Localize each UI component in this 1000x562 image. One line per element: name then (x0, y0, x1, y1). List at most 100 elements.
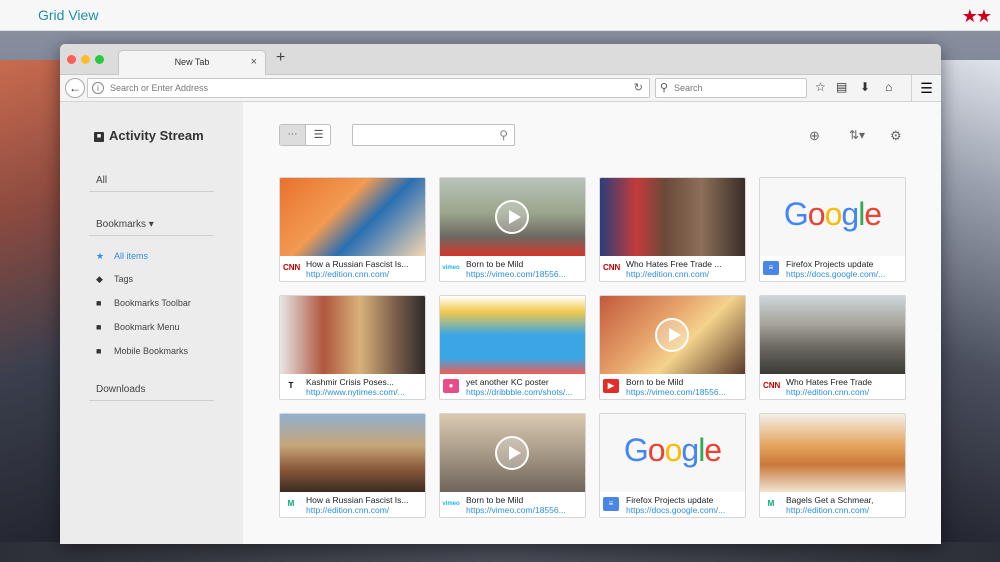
search-icon: ⚲ (660, 82, 669, 94)
sort-icon[interactable]: ⇅▾ (849, 128, 865, 142)
card-url[interactable]: https://docs.google.com/... (626, 505, 742, 515)
google-logo: Google (783, 196, 882, 232)
card-title: Bagels Get a Schmear, (786, 495, 874, 505)
reload-icon[interactable]: ↻ (634, 81, 643, 94)
sidebar-item-tags[interactable]: ◆ Tags (96, 274, 133, 285)
bookmark-card[interactable]: CNN Who Hates Free Trade ... http://editio… (599, 177, 746, 282)
slide-title: Grid View (38, 7, 99, 23)
play-icon[interactable] (495, 200, 529, 234)
card-meta: M How a Russian Fascist Is... http://editi… (280, 492, 425, 517)
sidebar-section-downloads[interactable]: Downloads (89, 384, 214, 401)
filter-input[interactable]: ⚲ (352, 124, 515, 146)
tab-title: New Tab (174, 57, 210, 67)
bookmark-card[interactable]: T Kashmir Crisis Poses... http://www.nytim… (279, 295, 426, 400)
card-url[interactable]: http://edition.cnn.com/ (306, 269, 422, 279)
hamburger-menu-icon[interactable]: ☰ (911, 75, 941, 102)
card-url[interactable]: https://vimeo.com/18556... (466, 505, 582, 515)
maximize-window-button[interactable] (95, 55, 104, 64)
card-meta: ▶ Born to be Mild https://vimeo.com/18556.… (600, 374, 745, 399)
vimeo-favicon-icon: vimeo (441, 497, 461, 511)
caret-down-icon: ▾ (148, 219, 154, 230)
docs-favicon-icon: ≡ (603, 497, 619, 511)
vimeo-favicon-icon: vimeo (441, 261, 461, 275)
minimize-window-button[interactable] (81, 55, 90, 64)
card-thumbnail (280, 414, 425, 492)
sidebar-item-bookmark-menu[interactable]: ■ Bookmark Menu (96, 322, 180, 332)
desktop-wallpaper-bottom (0, 542, 1000, 562)
card-title: yet another KC poster (466, 377, 549, 387)
sidebar-item-label: All items (114, 251, 149, 261)
new-tab-button[interactable]: + (276, 49, 285, 67)
card-thumbnail (600, 296, 745, 374)
info-icon[interactable]: i (92, 82, 104, 94)
card-url[interactable]: http://edition.cnn.com/ (786, 387, 902, 397)
card-url[interactable]: https://docs.google.com/... (786, 269, 902, 279)
cnn-favicon-icon: CNN (603, 261, 620, 275)
card-url[interactable]: http://edition.cnn.com/ (786, 505, 902, 515)
download-icon[interactable]: ⬇ (860, 80, 870, 94)
bookmark-card[interactable]: ▶ Born to be Mild https://vimeo.com/18556.… (599, 295, 746, 400)
sidebar-item-mobile-bookmarks[interactable]: ■ Mobile Bookmarks (96, 346, 188, 356)
list-view-icon[interactable]: ☰ (306, 125, 331, 145)
url-bar[interactable]: i Search or Enter Address ↻ (87, 78, 650, 98)
grid-view-icon[interactable]: ⋯ (280, 125, 306, 145)
card-meta: CNN Who Hates Free Trade ... http://editio… (600, 256, 745, 281)
card-thumbnail: Google (760, 178, 905, 256)
tab-new-tab[interactable]: New Tab × (118, 50, 266, 76)
folder-icon: ■ (96, 346, 102, 356)
bookmark-card[interactable]: ● yet another KC poster https://dribbble.c… (439, 295, 586, 400)
card-url[interactable]: https://dribbble.com/shots/... (466, 387, 582, 397)
activity-stream-logo-icon: ■ (94, 131, 104, 142)
search-bar[interactable]: ⚲ Search (655, 78, 807, 98)
card-url[interactable]: http://www.nytimes.com/... (306, 387, 422, 397)
docs-favicon-icon: ≡ (763, 261, 779, 275)
bookmark-card[interactable]: vimeo Born to be Mild https://vimeo.com/18… (439, 177, 586, 282)
card-meta: T Kashmir Crisis Poses... http://www.nytim… (280, 374, 425, 399)
bookmark-card[interactable]: Google ≡ Firefox Projects update https://do… (599, 413, 746, 518)
bookmark-card[interactable]: vimeo Born to be Mild https://vimeo.com/18… (439, 413, 586, 518)
search-icon: ⚲ (499, 128, 508, 142)
sidebar-section-bookmarks[interactable]: Bookmarks ▾ (89, 219, 214, 236)
card-meta: ≡ Firefox Projects update https://docs.goo… (600, 492, 745, 517)
card-title: Kashmir Crisis Poses... (306, 377, 394, 387)
card-url[interactable]: https://vimeo.com/18556... (466, 269, 582, 279)
play-icon[interactable] (495, 436, 529, 470)
card-thumbnail: Google (600, 414, 745, 492)
card-title: How a Russian Fascist Is... (306, 259, 409, 269)
card-url[interactable]: http://edition.cnn.com/ (626, 269, 742, 279)
card-url[interactable]: https://vimeo.com/18556... (626, 387, 742, 397)
bookmark-card[interactable]: CNN Who Hates Free Trade http://edition.cn… (759, 295, 906, 400)
sidebar-all-label: All (96, 175, 108, 186)
gear-icon[interactable]: ⚙ (890, 128, 902, 144)
bookmark-card[interactable]: CNN How a Russian Fascist Is... http://edi… (279, 177, 426, 282)
bookmark-card[interactable]: M How a Russian Fascist Is... http://editi… (279, 413, 426, 518)
reading-list-icon[interactable]: ▤ (836, 80, 847, 94)
medium-favicon-icon: M (763, 497, 779, 511)
sidebar-section-all[interactable]: All (89, 175, 214, 192)
card-meta: CNN How a Russian Fascist Is... http://edi… (280, 256, 425, 281)
cnn-favicon-icon: CNN (283, 261, 300, 275)
bookmark-star-icon[interactable]: ☆ (815, 80, 826, 94)
bookmark-card[interactable]: Google ≡ Firefox Projects update https://do… (759, 177, 906, 282)
card-thumbnail (280, 296, 425, 374)
play-icon[interactable] (655, 318, 689, 352)
tab-close-icon[interactable]: × (251, 56, 257, 68)
url-placeholder: Search or Enter Address (110, 83, 209, 93)
card-url[interactable]: http://edition.cnn.com/ (306, 505, 422, 515)
close-window-button[interactable] (67, 55, 76, 64)
home-icon[interactable]: ⌂ (885, 80, 892, 94)
add-icon[interactable]: ⊕ (809, 128, 820, 144)
card-title: Who Hates Free Trade ... (626, 259, 722, 269)
card-meta: ● yet another KC poster https://dribbble.c… (440, 374, 585, 399)
activity-stream-title: ■ Activity Stream (94, 128, 204, 143)
card-meta: ≡ Firefox Projects update https://docs.goo… (760, 256, 905, 281)
back-button[interactable]: ← (65, 78, 85, 98)
card-title: Firefox Projects update (786, 259, 874, 269)
bookmark-card[interactable]: M Bagels Get a Schmear, http://edition.cnn… (759, 413, 906, 518)
stars-badge: ★★ (961, 6, 992, 26)
sidebar-item-bookmarks-toolbar[interactable]: ■ Bookmarks Toolbar (96, 298, 191, 308)
card-title: Firefox Projects update (626, 495, 714, 505)
sidebar-item-all-items[interactable]: ★ All items (96, 251, 148, 262)
card-thumbnail (440, 178, 585, 256)
card-title: How a Russian Fascist Is... (306, 495, 409, 505)
